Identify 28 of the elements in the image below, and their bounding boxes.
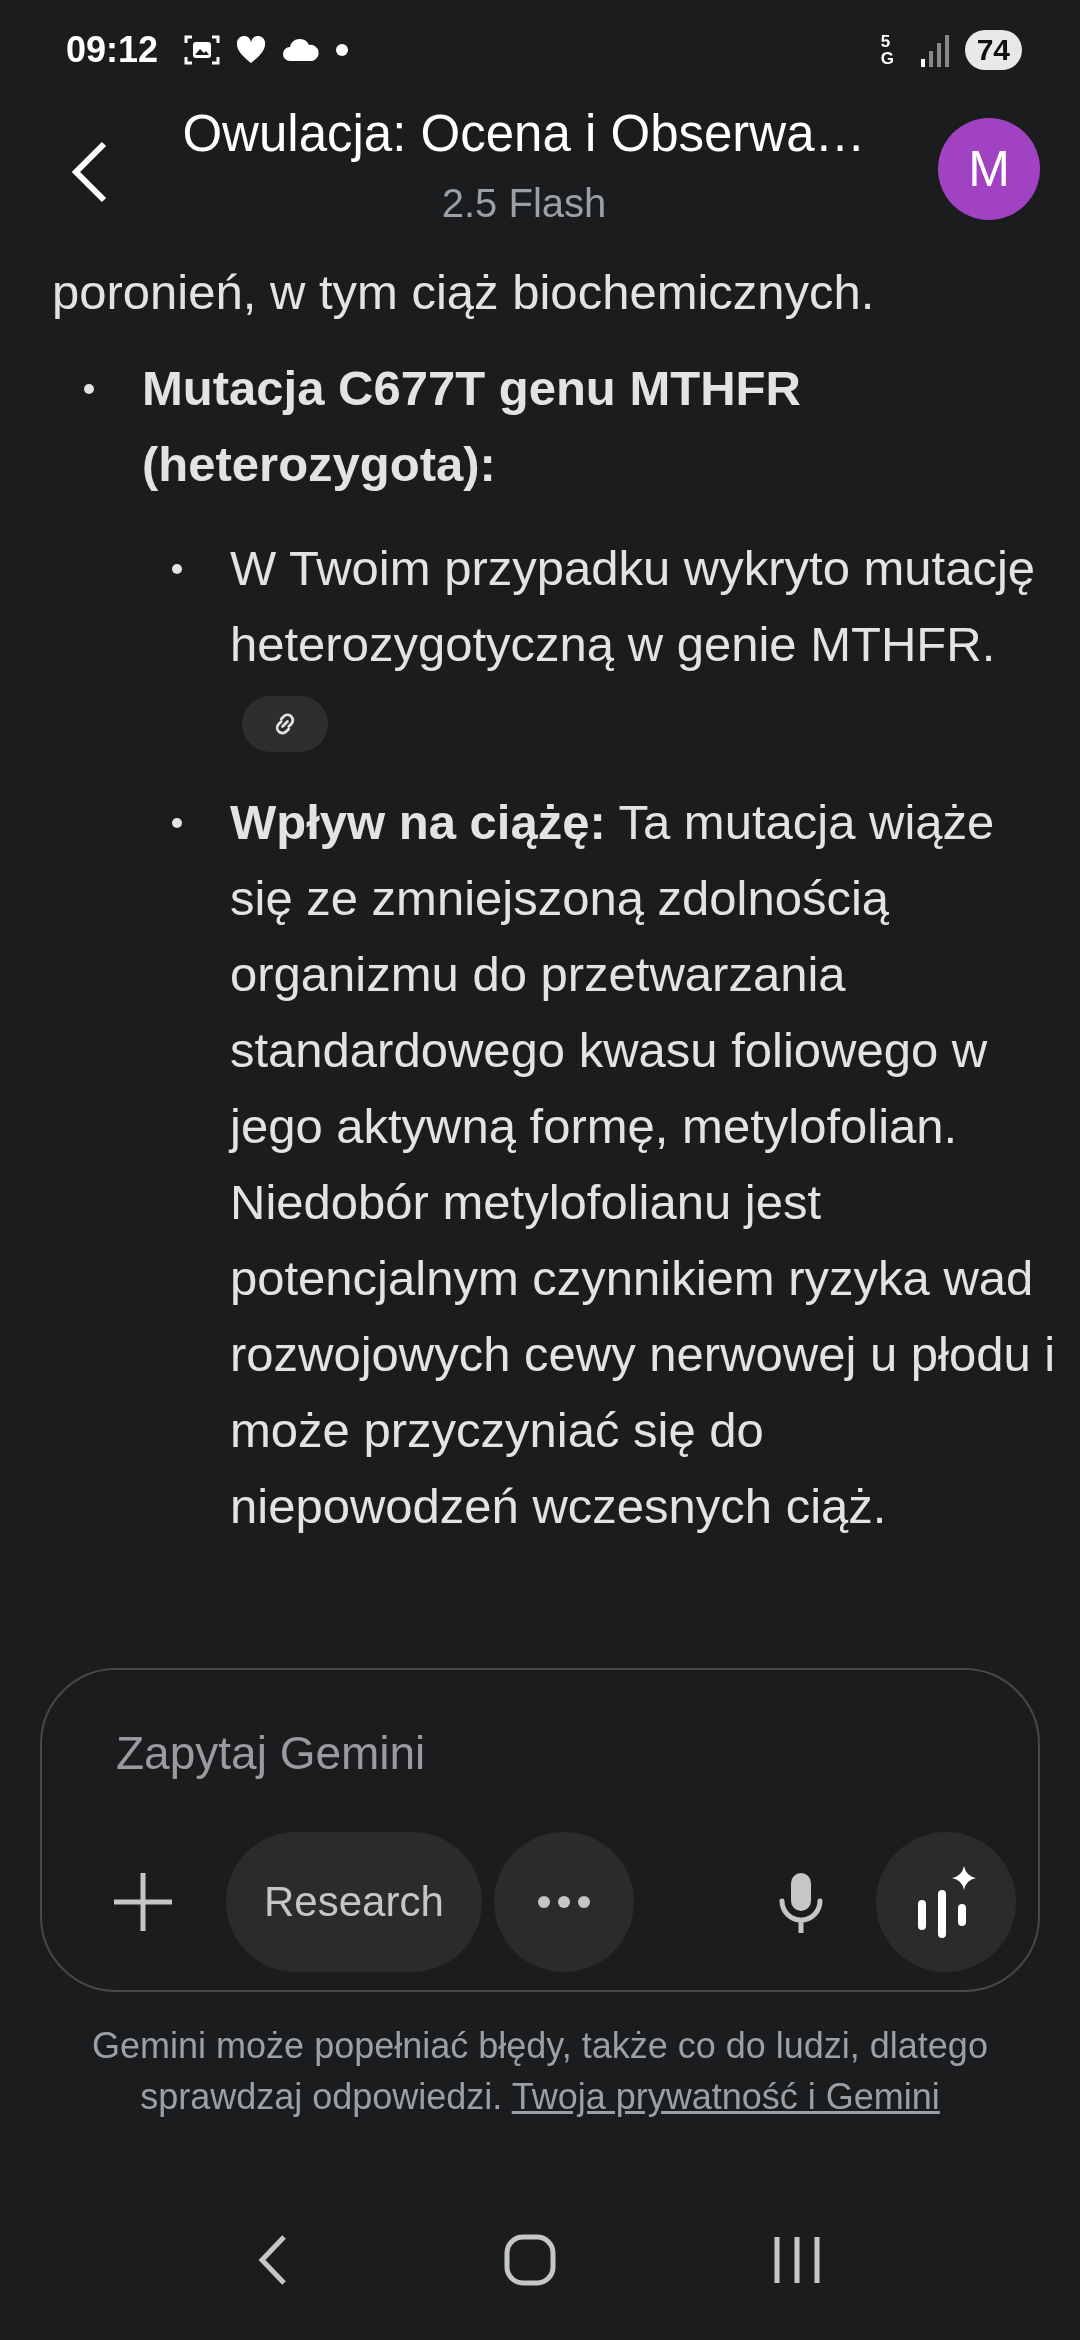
list-heading: Mutacja C677T genu MTHFR (heterozygota): bbox=[142, 360, 802, 493]
home-icon[interactable] bbox=[504, 2234, 556, 2286]
signal-icon bbox=[918, 33, 949, 67]
screenshot-icon bbox=[184, 33, 221, 67]
bullet-icon bbox=[172, 564, 182, 574]
list-text: Wpływ na ciążę: Ta mutacja wiąże się ze zmniejszoną zdolnością organizmu do przetwarzania standardowego kwasu foliowego w jego aktywną formę, metylofolian. Niedobór metylofolianu jest potencjalnym czynnikiem ryzyka wad rozwojowych cewy nerwowej u płodu i może przyczyniać się do niepowodzeń wczesnych ciąż. bbox=[230, 794, 1056, 1535]
chat-title: Owulacja: Ocena i Obserwa… bbox=[182, 104, 866, 163]
battery-level: 74 bbox=[964, 30, 1022, 70]
privacy-link[interactable]: Twoja prywatność i Gemini bbox=[511, 2076, 940, 2117]
status-time: 09:12 bbox=[66, 29, 159, 71]
prompt-field[interactable]: Zapytaj Gemini Research bbox=[40, 1668, 1040, 1992]
dot-icon bbox=[336, 44, 349, 56]
microphone-icon[interactable] bbox=[778, 1871, 824, 1933]
model-label[interactable]: 2.5 Flash bbox=[441, 181, 607, 226]
avatar[interactable]: M bbox=[938, 118, 1040, 220]
bullet-icon bbox=[172, 818, 182, 828]
more-icon bbox=[536, 1895, 591, 1909]
disclaimer-text: Gemini może popełniać błędy, także co do ludzi, dlatego sprawdzaj odpowiedzi. Twoja prywatność i Gemini bbox=[91, 2024, 989, 2119]
list-text: W Twoim przypadku wykryto mutację heterozygotyczną w genie MTHFR. bbox=[230, 530, 1056, 758]
heart-icon bbox=[236, 36, 267, 64]
recents-icon[interactable] bbox=[772, 2235, 822, 2285]
message-text: poronień, w tym ciąż biochemicznych. bbox=[52, 264, 876, 321]
back-nav-icon[interactable] bbox=[258, 2234, 288, 2286]
bullet-icon bbox=[84, 384, 94, 394]
add-icon[interactable] bbox=[112, 1871, 174, 1933]
research-button[interactable]: Research bbox=[226, 1832, 482, 1972]
network-label: 5G bbox=[880, 33, 895, 67]
cloud-icon bbox=[282, 38, 321, 62]
